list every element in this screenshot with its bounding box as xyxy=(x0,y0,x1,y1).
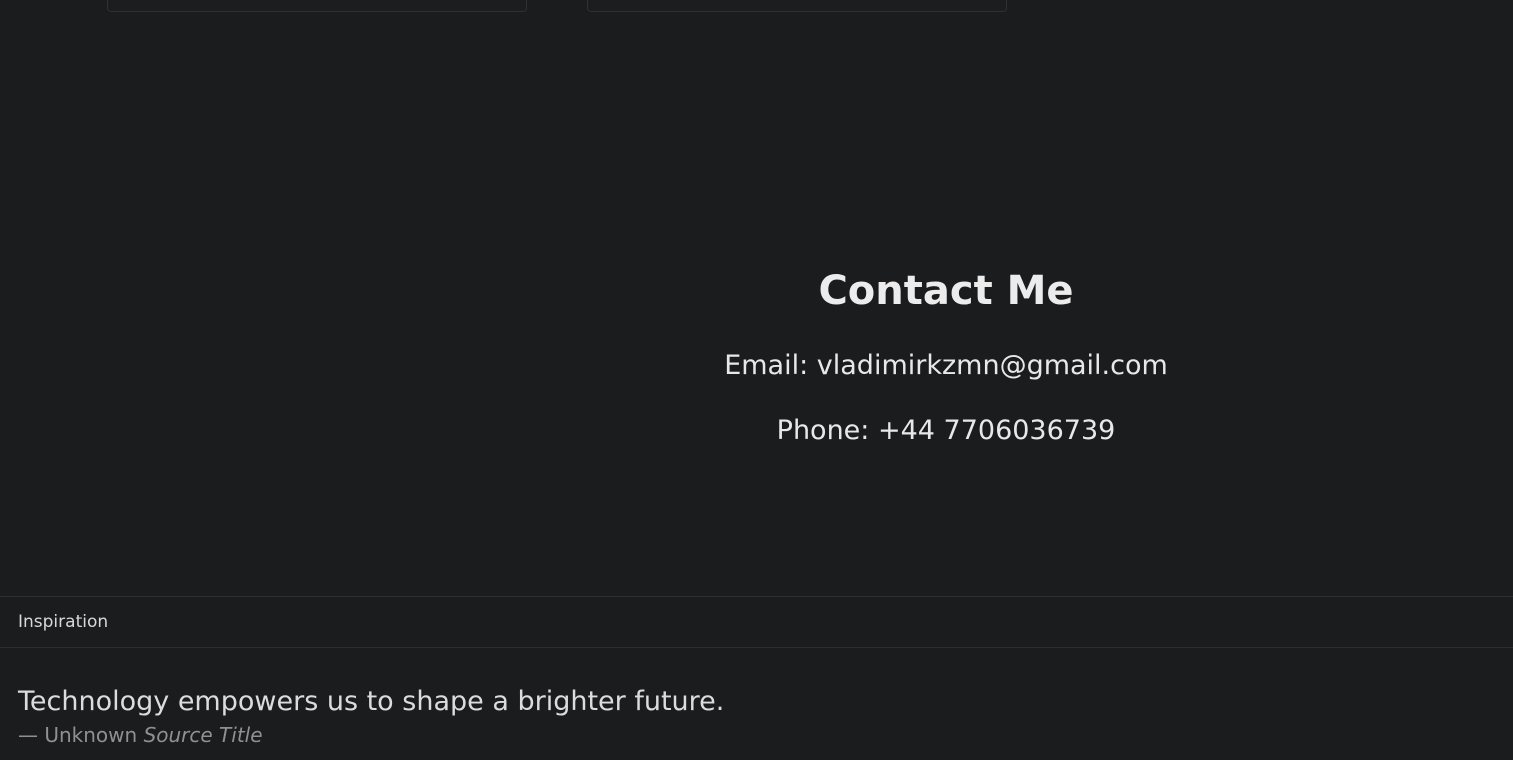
page: Contact Me Email: vladimirkzmn@gmail.com… xyxy=(0,0,1513,760)
quote-source: Source Title xyxy=(143,723,263,747)
quote-author: — Unknown xyxy=(18,723,138,747)
inspiration-panel: Inspiration Technology empowers us to sh… xyxy=(0,596,1513,760)
contact-title: Contact Me xyxy=(818,268,1074,314)
inspiration-body: Technology empowers us to shape a bright… xyxy=(0,648,1513,748)
project-card-right[interactable] xyxy=(587,0,1007,12)
quote-attribution: — Unknown Source Title xyxy=(18,722,1513,748)
contact-section: Contact Me Email: vladimirkzmn@gmail.com… xyxy=(620,262,1272,451)
contact-email[interactable]: Email: vladimirkzmn@gmail.com xyxy=(620,346,1272,386)
quote-text: Technology empowers us to shape a bright… xyxy=(18,686,725,717)
inspiration-label: Inspiration xyxy=(18,612,109,632)
contact-phone[interactable]: Phone: +44 7706036739 xyxy=(620,411,1272,451)
project-card-left[interactable] xyxy=(107,0,527,12)
inspiration-header: Inspiration xyxy=(0,597,1513,648)
